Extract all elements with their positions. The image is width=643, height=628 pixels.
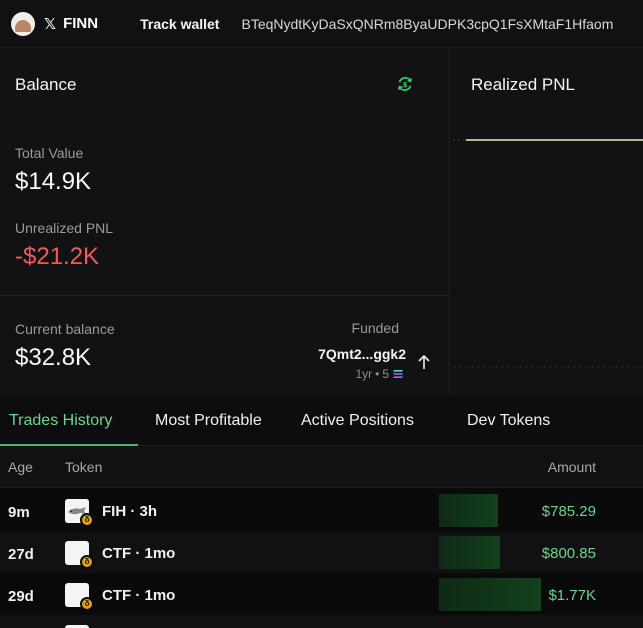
top-bar: 𝕏 FINN Track wallet BTeqNydtKyDaSxQNRm8B… — [0, 0, 643, 48]
row-amount: $1.77K — [548, 587, 596, 604]
row-age: 29d — [8, 588, 34, 605]
dot-separator: • — [375, 367, 380, 381]
tab-active-positions[interactable]: Active Positions — [301, 396, 414, 446]
unrealized-pnl-value: -$21.2K — [15, 243, 100, 270]
tab-most-profitable[interactable]: Most Profitable — [155, 396, 262, 446]
tab-trades-history[interactable]: Trades History — [0, 396, 138, 446]
divider — [0, 295, 450, 296]
row-age: 9m — [8, 504, 30, 521]
row-age: 27d — [8, 546, 34, 563]
amount-bar — [439, 578, 541, 611]
solana-icon — [393, 370, 403, 378]
tabs-bar: Trades History Most Profitable Active Po… — [0, 396, 643, 446]
arrow-up-icon[interactable] — [417, 354, 431, 370]
funded-meta: 1yr • 5 — [355, 367, 404, 381]
table-row[interactable]: 9m δ FIH · 3h $785.29 — [0, 489, 643, 531]
x-logo-icon[interactable]: 𝕏 — [44, 15, 56, 33]
funded-label: Funded — [351, 320, 399, 336]
token-badge-icon: δ — [80, 555, 94, 569]
current-balance-label: Current balance — [15, 321, 115, 337]
row-token[interactable]: CTF · 1mo — [102, 587, 175, 604]
realized-pnl-chart — [453, 139, 643, 368]
total-value-label: Total Value — [15, 145, 84, 161]
row-amount: $785.29 — [541, 503, 596, 520]
brand-name: FINN — [63, 15, 99, 32]
token-badge-icon: δ — [80, 513, 94, 527]
balance-title: Balance — [15, 75, 77, 94]
wallet-address[interactable]: BTeqNydtKyDaSxQNRm8ByaUDPK3cpQ1FsXMtaF1H… — [241, 16, 613, 32]
current-balance-value: $32.8K — [15, 344, 92, 371]
row-amount: $800.85 — [541, 545, 596, 562]
table-header: Age Token Amount — [0, 446, 643, 488]
amount-bar — [439, 536, 500, 569]
svg-text:$: $ — [403, 81, 408, 89]
total-value: $14.9K — [15, 168, 92, 195]
tab-dev-tokens[interactable]: Dev Tokens — [467, 396, 550, 446]
refresh-icon[interactable]: $ — [396, 75, 414, 93]
column-amount[interactable]: Amount — [548, 459, 596, 475]
unrealized-pnl-label: Unrealized PNL — [15, 220, 114, 236]
funded-address[interactable]: 7Qmt2...ggk2 — [318, 346, 406, 362]
funded-amount: 5 — [382, 367, 389, 381]
balance-panel: Balance $ Total Value $14.9K Unrealized … — [0, 48, 450, 396]
track-wallet-button[interactable]: Track wallet — [140, 16, 219, 32]
table-row[interactable]: 27d δ CTF · 1mo $800.85 — [0, 531, 643, 573]
column-token[interactable]: Token — [65, 459, 102, 475]
table-row[interactable] — [0, 615, 643, 628]
table-row[interactable]: 29d δ CTF · 1mo $1.77K — [0, 573, 643, 615]
realized-pnl-panel: Realized PNL — [451, 48, 643, 396]
avatar[interactable] — [11, 11, 35, 36]
realized-pnl-title: Realized PNL — [471, 75, 575, 94]
funded-age: 1yr — [355, 367, 373, 381]
token-badge-icon: δ — [80, 597, 94, 611]
row-token[interactable]: CTF · 1mo — [102, 545, 175, 562]
column-age[interactable]: Age — [8, 459, 33, 475]
amount-bar — [439, 494, 498, 527]
row-token[interactable]: FIH · 3h — [102, 503, 157, 520]
